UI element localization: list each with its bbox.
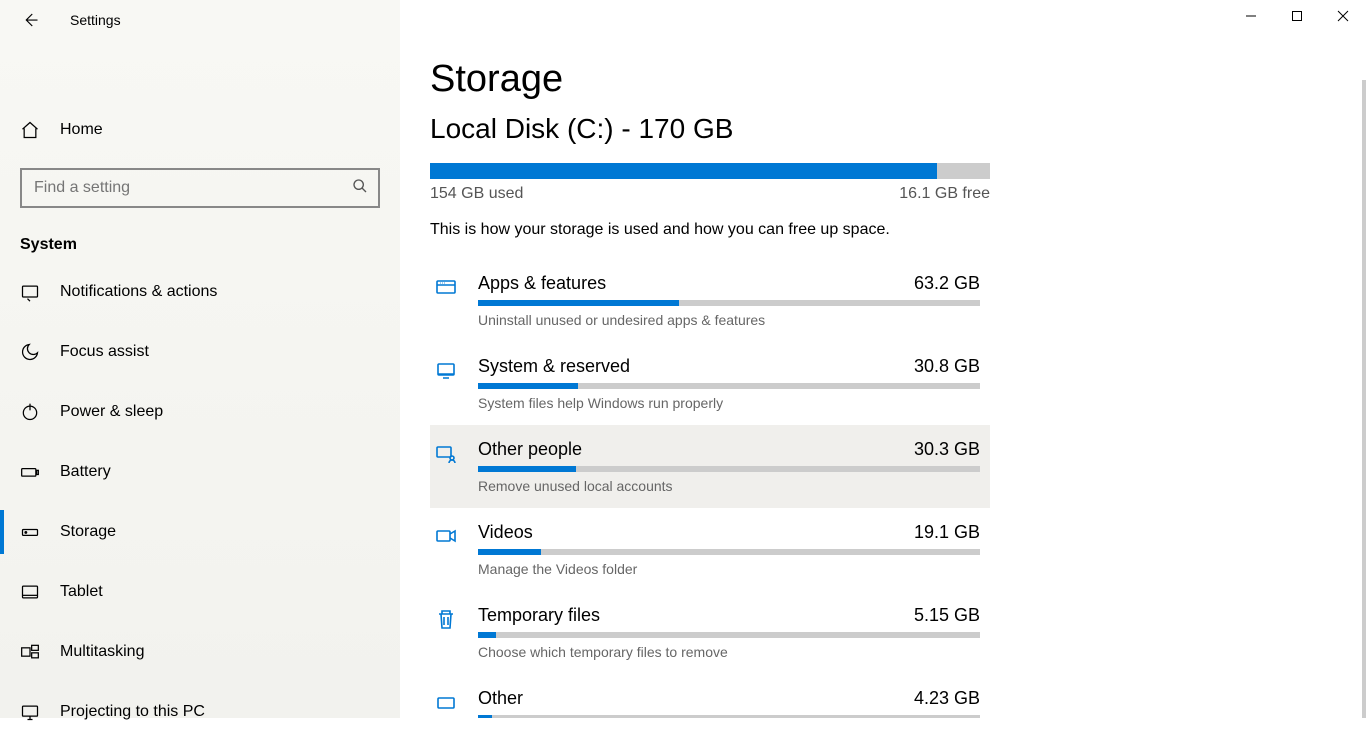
nav-list: Notifications & actions Focus assist Pow… bbox=[0, 262, 400, 742]
category-bar bbox=[478, 549, 980, 555]
projecting-icon bbox=[20, 702, 40, 722]
temp-icon bbox=[434, 607, 458, 631]
maximize-button[interactable] bbox=[1274, 0, 1320, 32]
scrollbar[interactable] bbox=[1362, 80, 1366, 718]
sidebar-item-projecting[interactable]: Projecting to this PC bbox=[0, 682, 400, 742]
sidebar-item-label: Storage bbox=[60, 523, 116, 541]
sidebar-item-notifications[interactable]: Notifications & actions bbox=[0, 262, 400, 322]
sidebar-item-label: Projecting to this PC bbox=[60, 703, 205, 721]
storage-description: This is how your storage is used and how… bbox=[430, 221, 1366, 239]
category-body: Videos 19.1 GB Manage the Videos folder bbox=[478, 522, 980, 577]
tablet-icon bbox=[20, 582, 40, 602]
disk-title: Local Disk (C:) - 170 GB bbox=[430, 113, 1366, 145]
disk-usage-bar bbox=[430, 163, 990, 179]
maximize-icon bbox=[1291, 10, 1303, 22]
category-fill bbox=[478, 300, 679, 306]
category-hint: Uninstall unused or undesired apps & fea… bbox=[478, 312, 980, 328]
sidebar-item-label: Power & sleep bbox=[60, 403, 163, 421]
category-apps[interactable]: Apps & features 63.2 GB Uninstall unused… bbox=[430, 259, 990, 342]
search-wrap bbox=[0, 168, 400, 208]
category-hint: Choose which temporary files to remove bbox=[478, 644, 980, 660]
category-fill bbox=[478, 466, 576, 472]
free-label: 16.1 GB free bbox=[899, 185, 990, 203]
minimize-button[interactable] bbox=[1228, 0, 1274, 32]
home-label: Home bbox=[60, 121, 103, 139]
multitasking-icon bbox=[20, 642, 40, 662]
category-name: Temporary files bbox=[478, 605, 600, 626]
category-bar bbox=[478, 383, 980, 389]
sidebar-item-battery[interactable]: Battery bbox=[0, 442, 400, 502]
category-name: System & reserved bbox=[478, 356, 630, 377]
category-body: Other 4.23 GB bbox=[478, 688, 980, 718]
close-icon bbox=[1337, 10, 1349, 22]
category-size: 30.3 GB bbox=[914, 439, 980, 460]
category-name: Videos bbox=[478, 522, 533, 543]
category-size: 4.23 GB bbox=[914, 688, 980, 709]
section-label: System bbox=[0, 236, 400, 254]
window-controls bbox=[1228, 0, 1366, 32]
home-nav[interactable]: Home bbox=[0, 100, 400, 160]
page-title: Storage bbox=[430, 58, 1366, 101]
category-temp[interactable]: Temporary files 5.15 GB Choose which tem… bbox=[430, 591, 990, 674]
sidebar-item-focus-assist[interactable]: Focus assist bbox=[0, 322, 400, 382]
disk-usage-labels: 154 GB used 16.1 GB free bbox=[430, 185, 990, 203]
sidebar-item-label: Focus assist bbox=[60, 343, 149, 361]
category-bar bbox=[478, 632, 980, 638]
sidebar-item-power-sleep[interactable]: Power & sleep bbox=[0, 382, 400, 442]
system-icon bbox=[434, 358, 458, 382]
category-hint: Remove unused local accounts bbox=[478, 478, 980, 494]
category-bar bbox=[478, 466, 980, 472]
other-people-icon bbox=[434, 441, 458, 465]
category-hint: System files help Windows run properly bbox=[478, 395, 980, 411]
category-name: Other bbox=[478, 688, 523, 709]
category-fill bbox=[478, 383, 578, 389]
category-hint: Manage the Videos folder bbox=[478, 561, 980, 577]
category-other-people[interactable]: Other people 30.3 GB Remove unused local… bbox=[430, 425, 990, 508]
search-input[interactable] bbox=[20, 168, 380, 208]
category-name: Other people bbox=[478, 439, 582, 460]
category-bar bbox=[478, 300, 980, 306]
category-size: 30.8 GB bbox=[914, 356, 980, 377]
disk-usage-fill bbox=[430, 163, 937, 179]
app-title: Settings bbox=[70, 12, 121, 28]
used-label: 154 GB used bbox=[430, 185, 523, 203]
sidebar: Settings Home System Notifications & act… bbox=[0, 0, 400, 718]
arrow-left-icon bbox=[21, 11, 39, 29]
back-button[interactable] bbox=[20, 10, 40, 30]
apps-icon bbox=[434, 275, 458, 299]
category-size: 5.15 GB bbox=[914, 605, 980, 626]
sidebar-item-label: Multitasking bbox=[60, 643, 144, 661]
home-icon bbox=[20, 120, 40, 140]
category-system[interactable]: System & reserved 30.8 GB System files h… bbox=[430, 342, 990, 425]
category-body: Apps & features 63.2 GB Uninstall unused… bbox=[478, 273, 980, 328]
close-button[interactable] bbox=[1320, 0, 1366, 32]
videos-icon bbox=[434, 524, 458, 548]
category-videos[interactable]: Videos 19.1 GB Manage the Videos folder bbox=[430, 508, 990, 591]
category-body: System & reserved 30.8 GB System files h… bbox=[478, 356, 980, 411]
sidebar-item-storage[interactable]: Storage bbox=[0, 502, 400, 562]
sidebar-item-multitasking[interactable]: Multitasking bbox=[0, 622, 400, 682]
focus-assist-icon bbox=[20, 342, 40, 362]
titlebar-left: Settings bbox=[0, 0, 400, 40]
storage-icon bbox=[20, 522, 40, 542]
category-body: Other people 30.3 GB Remove unused local… bbox=[478, 439, 980, 494]
sidebar-item-label: Notifications & actions bbox=[60, 283, 217, 301]
other-icon bbox=[434, 690, 458, 714]
sidebar-item-label: Battery bbox=[60, 463, 111, 481]
battery-icon bbox=[20, 462, 40, 482]
sidebar-item-tablet[interactable]: Tablet bbox=[0, 562, 400, 622]
category-name: Apps & features bbox=[478, 273, 606, 294]
category-size: 63.2 GB bbox=[914, 273, 980, 294]
category-fill bbox=[478, 632, 496, 638]
category-size: 19.1 GB bbox=[914, 522, 980, 543]
power-sleep-icon bbox=[20, 402, 40, 422]
category-body: Temporary files 5.15 GB Choose which tem… bbox=[478, 605, 980, 660]
minimize-icon bbox=[1245, 10, 1257, 22]
content-area: Storage Local Disk (C:) - 170 GB 154 GB … bbox=[400, 0, 1366, 718]
category-other[interactable]: Other 4.23 GB bbox=[430, 674, 990, 718]
category-list: Apps & features 63.2 GB Uninstall unused… bbox=[430, 259, 990, 718]
category-fill bbox=[478, 549, 541, 555]
notifications-icon bbox=[20, 282, 40, 302]
sidebar-item-label: Tablet bbox=[60, 583, 103, 601]
